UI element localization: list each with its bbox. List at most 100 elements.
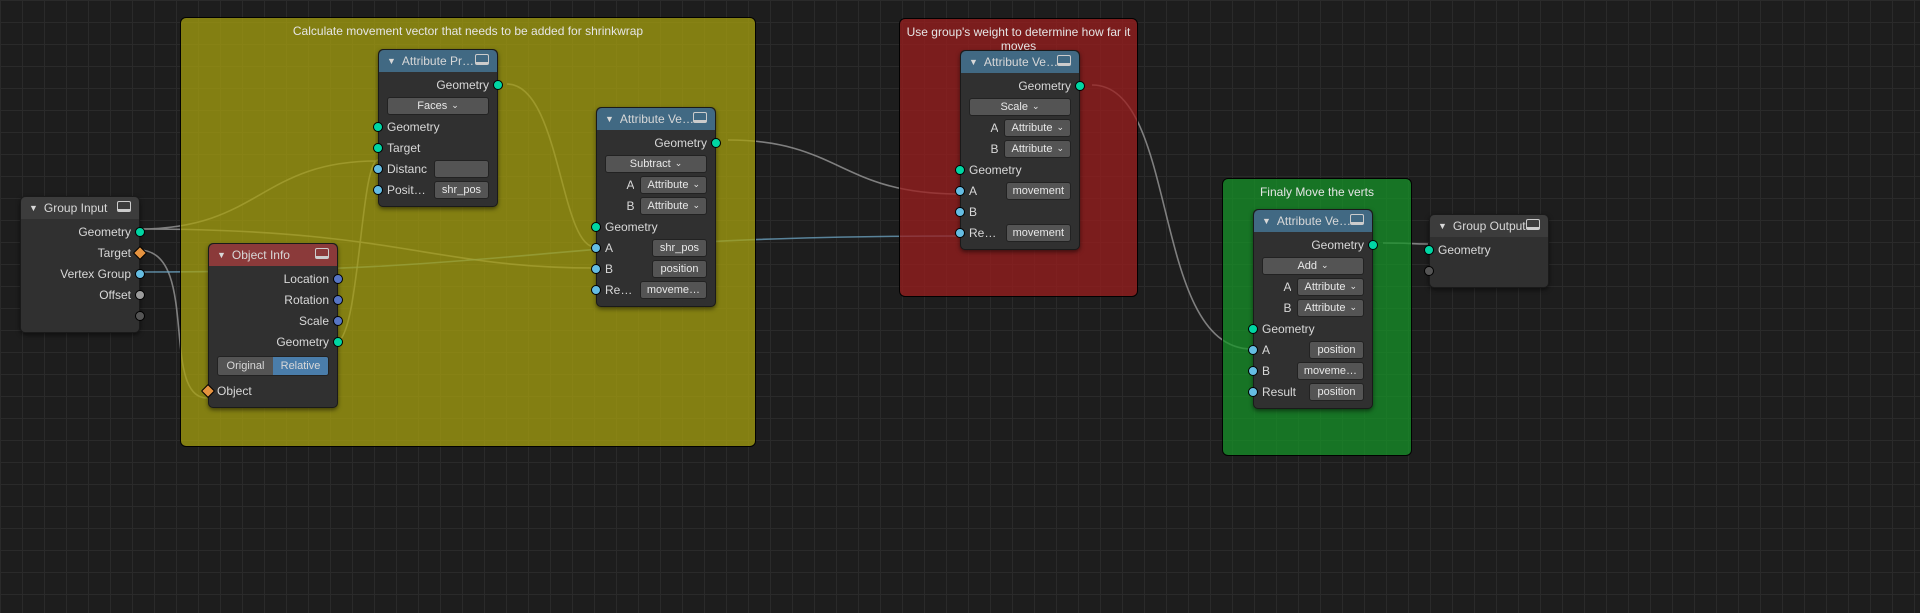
- socket-blank[interactable]: [135, 311, 145, 321]
- socket-label: Geometry: [217, 335, 329, 349]
- lbl-b: B: [969, 142, 998, 156]
- socket-label: Distanc: [387, 162, 428, 176]
- socket-b[interactable]: [955, 207, 965, 217]
- socket-location[interactable]: [333, 274, 343, 284]
- node-header[interactable]: ▼ Group Input: [21, 197, 139, 219]
- socket-result[interactable]: [591, 285, 601, 295]
- lbl-b: B: [605, 199, 634, 213]
- node-attribute-vector-math-1[interactable]: ▼ Attribute Vector M… Geometry Subtract⌄…: [596, 107, 716, 307]
- node-group-output[interactable]: ▼ Group Output Geometry: [1429, 214, 1549, 288]
- node-title: Attribute Proximity: [402, 54, 480, 68]
- dropdown-a-mode[interactable]: Attribute⌄: [1297, 278, 1364, 296]
- socket-label: Offset: [29, 288, 131, 302]
- dropdown-mode[interactable]: Faces⌄: [387, 97, 489, 115]
- chevron-down-icon: ▼: [969, 57, 978, 67]
- socket-label: Geometry: [969, 79, 1071, 93]
- socket-geometry-out[interactable]: [1075, 81, 1085, 91]
- frame-label: Finaly Move the verts: [1223, 185, 1411, 199]
- chevron-down-icon: ⌄: [1056, 143, 1064, 154]
- field-position[interactable]: shr_pos: [434, 181, 489, 199]
- field-result[interactable]: movement: [1006, 224, 1071, 242]
- socket-result[interactable]: [955, 228, 965, 238]
- btn-relative[interactable]: Relative: [273, 357, 328, 375]
- dropdown-a-mode[interactable]: Attribute⌄: [640, 176, 707, 194]
- socket-label: Scale: [217, 314, 329, 328]
- socket-offset[interactable]: [135, 290, 145, 300]
- field-distance[interactable]: [434, 160, 489, 178]
- field-result[interactable]: position: [1309, 383, 1364, 401]
- node-header[interactable]: ▼ Group Output: [1430, 215, 1548, 237]
- socket-label: Result: [1262, 385, 1303, 399]
- screen-icon: [1350, 214, 1364, 225]
- socket-geometry[interactable]: [1424, 245, 1434, 255]
- socket-label: Rotation: [217, 293, 329, 307]
- chevron-down-icon: ▼: [29, 203, 38, 213]
- btn-original[interactable]: Original: [218, 357, 273, 375]
- field-b[interactable]: position: [652, 260, 707, 278]
- field-a[interactable]: shr_pos: [652, 239, 707, 257]
- field-result[interactable]: moveme…: [640, 281, 707, 299]
- node-title: Object Info: [232, 248, 290, 262]
- chevron-down-icon: ⌄: [1032, 101, 1040, 112]
- transform-space-toggle[interactable]: Original Relative: [217, 356, 329, 376]
- dropdown-op[interactable]: Add⌄: [1262, 257, 1364, 275]
- lbl-a: A: [1262, 280, 1291, 294]
- node-attribute-proximity[interactable]: ▼ Attribute Proximity Geometry Faces⌄ Ge…: [378, 49, 498, 207]
- chevron-down-icon: ⌄: [675, 158, 683, 169]
- screen-icon: [1057, 55, 1071, 66]
- socket-blank[interactable]: [1424, 266, 1434, 276]
- dropdown-op[interactable]: Scale⌄: [969, 98, 1071, 116]
- socket-label: Result: [605, 283, 634, 297]
- node-header[interactable]: ▼ Object Info: [209, 244, 337, 266]
- field-a[interactable]: movement: [1006, 182, 1071, 200]
- socket-geometry-in[interactable]: [955, 165, 965, 175]
- node-header[interactable]: ▼ Attribute Vector M…: [597, 108, 715, 130]
- node-title: Group Input: [44, 201, 107, 215]
- socket-a[interactable]: [591, 243, 601, 253]
- socket-geometry[interactable]: [135, 227, 145, 237]
- socket-vertex-group[interactable]: [135, 269, 145, 279]
- socket-label: Geometry: [969, 163, 1071, 177]
- frame-label: Calculate movement vector that needs to …: [181, 24, 755, 38]
- socket-a[interactable]: [955, 186, 965, 196]
- chevron-down-icon: ▼: [1262, 216, 1271, 226]
- socket-a[interactable]: [1248, 345, 1258, 355]
- socket-label: B: [969, 205, 1071, 219]
- socket-geometry-in[interactable]: [1248, 324, 1258, 334]
- node-header[interactable]: ▼ Attribute Vector M…: [961, 51, 1079, 73]
- socket-label: Location: [217, 272, 329, 286]
- lbl-a: A: [969, 121, 998, 135]
- node-group-input[interactable]: ▼ Group Input Geometry Target Vertex Gro…: [20, 196, 140, 333]
- dropdown-b-mode[interactable]: Attribute⌄: [1004, 140, 1071, 158]
- field-b[interactable]: moveme…: [1297, 362, 1364, 380]
- field-a[interactable]: position: [1309, 341, 1364, 359]
- socket-geometry-out[interactable]: [711, 138, 721, 148]
- socket-geometry-in[interactable]: [373, 122, 383, 132]
- dropdown-b-mode[interactable]: Attribute⌄: [1297, 299, 1364, 317]
- socket-geometry-out[interactable]: [493, 80, 503, 90]
- screen-icon: [475, 54, 489, 65]
- socket-result[interactable]: [1248, 387, 1258, 397]
- node-attribute-vector-math-3[interactable]: ▼ Attribute Vector M… Geometry Add⌄ AAtt…: [1253, 209, 1373, 409]
- socket-label: A: [605, 241, 646, 255]
- socket-label: B: [1262, 364, 1291, 378]
- dropdown-b-mode[interactable]: Attribute⌄: [640, 197, 707, 215]
- socket-target[interactable]: [373, 143, 383, 153]
- socket-geometry-in[interactable]: [591, 222, 601, 232]
- socket-scale[interactable]: [333, 316, 343, 326]
- node-attribute-vector-math-2[interactable]: ▼ Attribute Vector M… Geometry Scale⌄ AA…: [960, 50, 1080, 250]
- dropdown-op[interactable]: Subtract⌄: [605, 155, 707, 173]
- socket-b[interactable]: [1248, 366, 1258, 376]
- socket-b[interactable]: [591, 264, 601, 274]
- socket-position[interactable]: [373, 185, 383, 195]
- socket-rotation[interactable]: [333, 295, 343, 305]
- socket-geometry-out[interactable]: [1368, 240, 1378, 250]
- node-header[interactable]: ▼ Attribute Proximity: [379, 50, 497, 72]
- node-object-info[interactable]: ▼ Object Info Location Rotation Scale Ge…: [208, 243, 338, 408]
- socket-geometry[interactable]: [333, 337, 343, 347]
- node-header[interactable]: ▼ Attribute Vector M…: [1254, 210, 1372, 232]
- chevron-down-icon: ⌄: [1056, 122, 1064, 133]
- chevron-down-icon: ⌄: [1321, 260, 1329, 271]
- dropdown-a-mode[interactable]: Attribute⌄: [1004, 119, 1071, 137]
- socket-distance[interactable]: [373, 164, 383, 174]
